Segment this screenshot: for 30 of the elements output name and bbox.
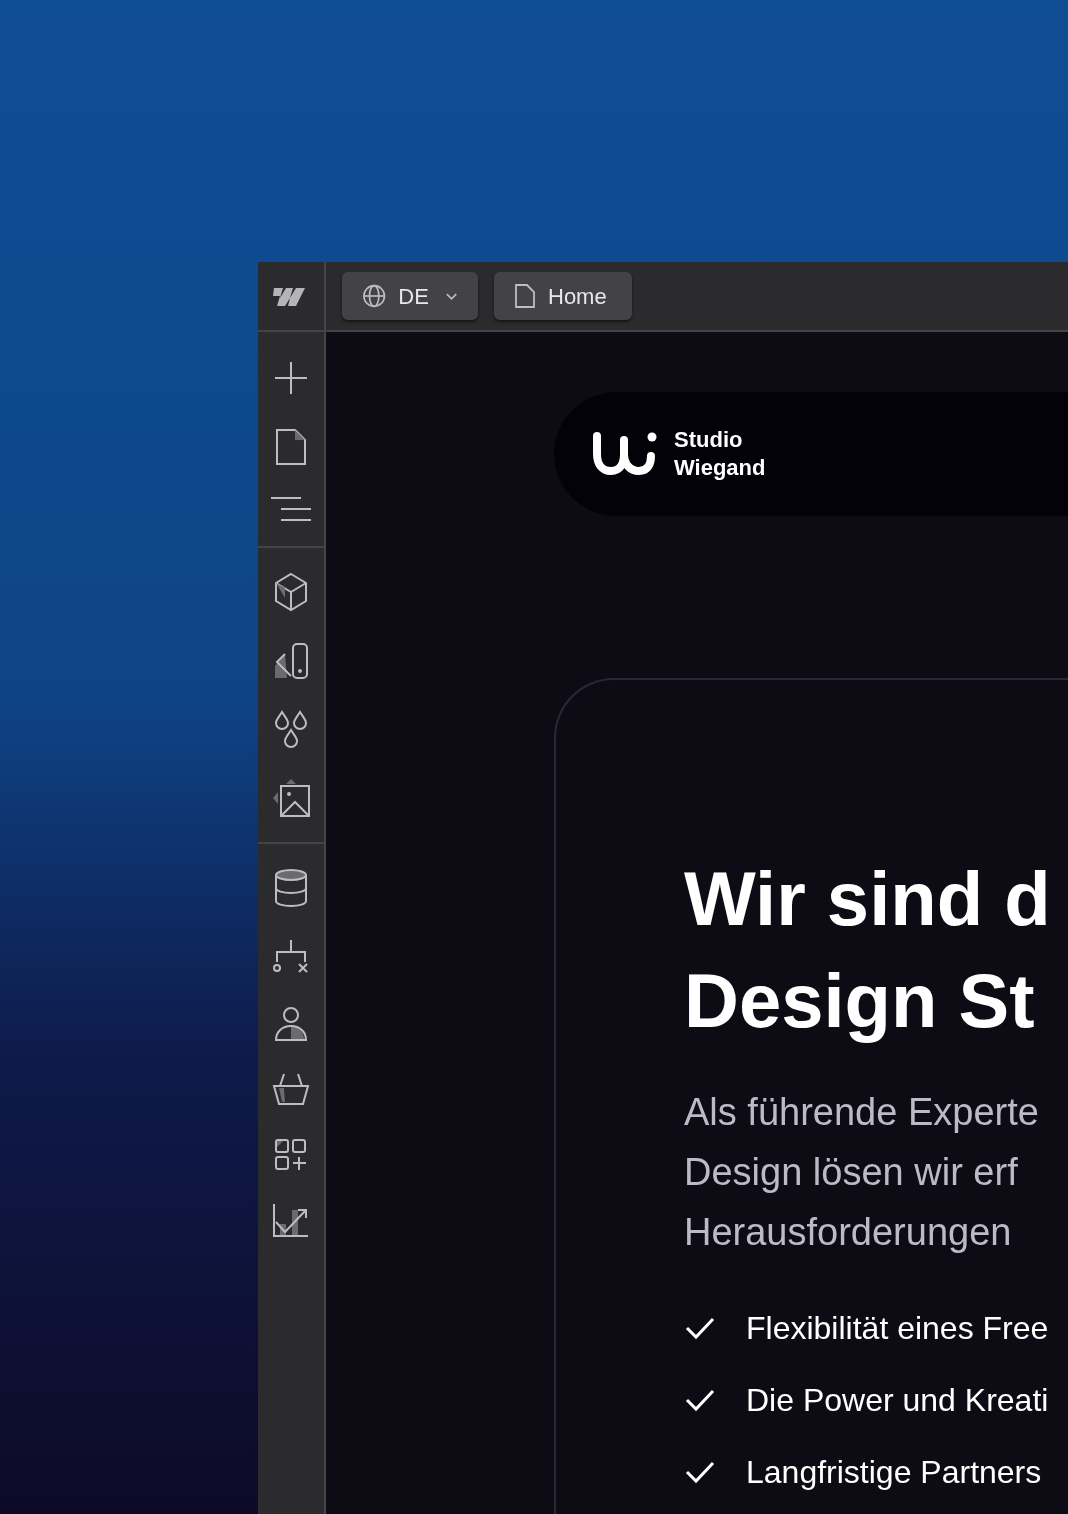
check-icon xyxy=(684,1388,716,1412)
feature-item: Langfristige Partners xyxy=(746,1453,1042,1492)
hero-heading: Design St xyxy=(684,957,1036,1045)
chart-trend-icon[interactable] xyxy=(272,1202,310,1238)
language-dropdown[interactable]: DE xyxy=(342,272,478,320)
check-icon xyxy=(684,1316,716,1340)
feature-item: Flexibilität eines Free xyxy=(746,1309,1049,1348)
brand-logo-icon xyxy=(592,430,658,478)
navigator-lines-icon[interactable] xyxy=(270,496,312,522)
user-icon[interactable] xyxy=(274,1006,308,1042)
page-icon xyxy=(514,283,536,309)
hero-paragraph: Als führende Experte xyxy=(684,1090,1040,1135)
apps-add-icon[interactable] xyxy=(274,1138,308,1172)
swatch-icon[interactable] xyxy=(273,642,309,680)
caret-icon xyxy=(444,291,458,301)
page-button[interactable]: Home xyxy=(494,272,632,320)
page-icon[interactable] xyxy=(275,428,307,466)
cube-icon[interactable] xyxy=(273,572,309,612)
hero-heading: Wir sind d xyxy=(684,855,1052,943)
image-icon[interactable] xyxy=(271,778,311,818)
hero-paragraph: Herausforderungen xyxy=(684,1210,1013,1255)
globe-icon xyxy=(362,283,387,309)
feature-item: Die Power und Kreati xyxy=(746,1381,1049,1420)
brand-name: Wiegand xyxy=(674,454,766,482)
drops-icon[interactable] xyxy=(274,710,308,748)
database-icon[interactable] xyxy=(274,868,308,908)
basket-icon[interactable] xyxy=(272,1072,310,1108)
brand-name: Studio xyxy=(674,426,744,454)
check-icon xyxy=(684,1460,716,1484)
hero-paragraph: Design lösen wir erf xyxy=(684,1150,1019,1195)
